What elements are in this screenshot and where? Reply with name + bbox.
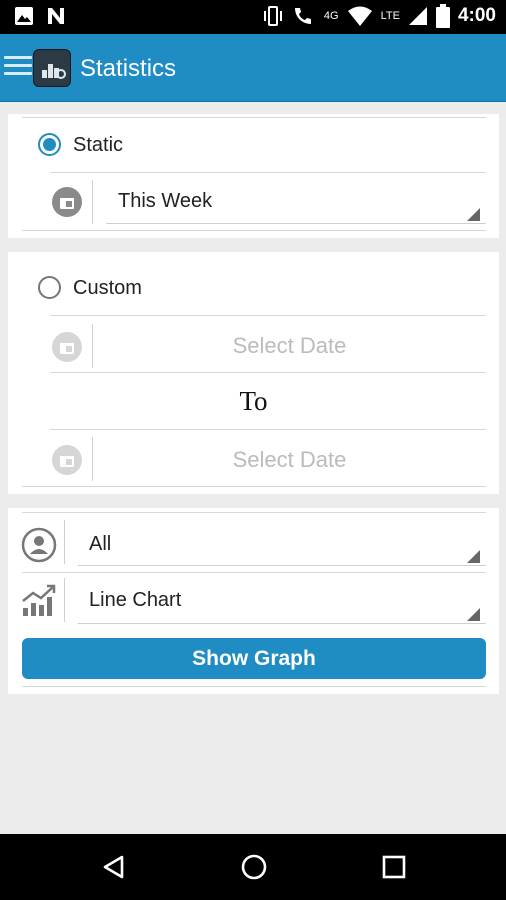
recents-icon[interactable] xyxy=(381,854,407,880)
gallery-icon xyxy=(15,7,33,25)
network-type-label: 4G xyxy=(323,10,339,22)
menu-icon[interactable] xyxy=(4,56,32,78)
divider xyxy=(50,372,486,373)
back-icon[interactable] xyxy=(101,854,127,880)
chart-type-select[interactable]: Line Chart xyxy=(78,578,486,624)
divider xyxy=(22,486,486,487)
status-bar: 4G LTE 4:00 xyxy=(0,0,506,34)
chart-icon xyxy=(22,584,56,616)
dropdown-corner-icon xyxy=(467,550,480,563)
to-date-field[interactable]: Select Date xyxy=(93,447,486,473)
chart-type-select-value: Line Chart xyxy=(89,589,182,611)
select-underline xyxy=(106,223,486,224)
static-radio[interactable] xyxy=(38,133,61,156)
divider xyxy=(64,578,65,622)
divider xyxy=(22,572,486,573)
from-date-field[interactable]: Select Date xyxy=(93,333,486,359)
static-range-card: Static This Week xyxy=(8,114,499,238)
custom-radio[interactable] xyxy=(38,276,61,299)
dropdown-corner-icon xyxy=(467,608,480,621)
custom-range-card: Custom Select Date To Select Date xyxy=(8,252,499,494)
wifi-icon xyxy=(347,6,372,26)
period-select-value: This Week xyxy=(118,190,213,212)
graph-options-card: All Line Chart Show Graph xyxy=(8,508,499,694)
cell-signal-icon xyxy=(408,7,427,25)
divider xyxy=(50,172,486,173)
divider xyxy=(50,429,486,430)
page-title: Statistics xyxy=(80,55,177,82)
divider xyxy=(22,512,486,513)
divider xyxy=(22,117,486,118)
divider xyxy=(22,686,486,687)
show-graph-button[interactable]: Show Graph xyxy=(22,638,486,679)
wifi-call-icon xyxy=(294,8,311,24)
lte-label: LTE xyxy=(380,10,400,22)
custom-radio-label[interactable]: Custom xyxy=(73,277,142,300)
divider xyxy=(22,230,486,231)
to-label: To xyxy=(239,386,268,416)
divider xyxy=(64,520,65,564)
n-notification-icon xyxy=(48,8,64,24)
calendar-icon xyxy=(52,187,82,217)
user-select-value: All xyxy=(89,533,112,555)
select-underline xyxy=(78,623,486,624)
app-logo-icon xyxy=(42,64,66,79)
user-icon xyxy=(21,527,57,563)
period-select[interactable]: This Week xyxy=(106,178,486,224)
calendar-icon xyxy=(52,332,82,362)
calendar-icon xyxy=(52,445,82,475)
static-radio-label[interactable]: Static xyxy=(73,134,123,157)
home-icon[interactable] xyxy=(240,853,268,881)
app-bar: Statistics xyxy=(0,34,506,102)
system-navigation-bar xyxy=(0,834,506,900)
app-logo xyxy=(33,49,71,87)
select-underline xyxy=(78,565,486,566)
divider xyxy=(50,315,486,316)
vibrate-icon xyxy=(263,6,282,26)
divider xyxy=(92,180,93,224)
clock: 4:00 xyxy=(457,5,496,26)
battery-icon xyxy=(435,4,450,28)
user-select[interactable]: All xyxy=(78,520,486,566)
dropdown-corner-icon xyxy=(467,208,480,221)
